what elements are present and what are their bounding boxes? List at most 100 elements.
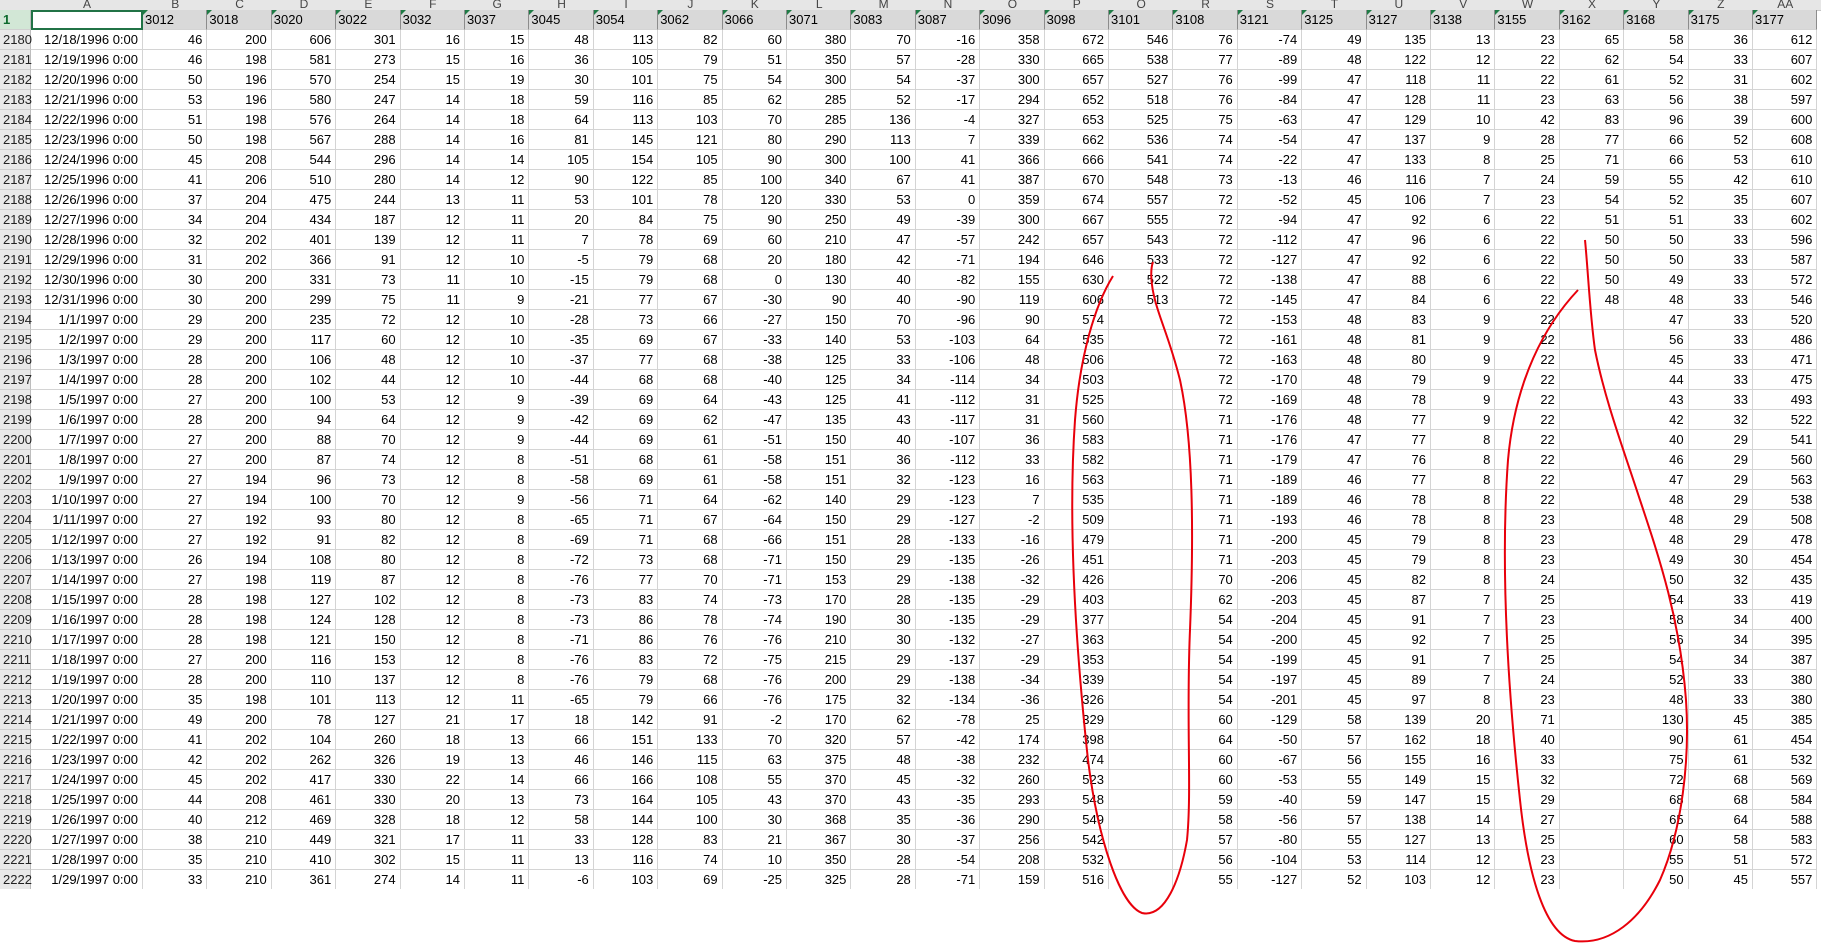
value-cell[interactable]: 479 — [1044, 530, 1109, 550]
value-cell[interactable]: 6 — [1431, 290, 1496, 310]
row-header[interactable]: 2183 — [0, 90, 32, 110]
value-cell[interactable]: 18 — [400, 810, 465, 830]
value-cell[interactable]: 64 — [658, 390, 723, 410]
value-cell[interactable]: -137 — [915, 650, 981, 670]
value-cell[interactable]: 461 — [271, 790, 337, 810]
value-cell[interactable]: -84 — [1237, 90, 1303, 110]
row-header[interactable]: 2181 — [0, 50, 32, 70]
value-cell[interactable]: 102 — [336, 590, 401, 610]
value-cell[interactable]: 101 — [271, 690, 337, 710]
value-cell[interactable]: 7 — [1431, 670, 1496, 690]
value-cell[interactable]: 25 — [1495, 150, 1560, 170]
value-cell[interactable]: 113 — [593, 110, 659, 130]
value-cell[interactable]: -76 — [722, 690, 787, 710]
value-cell[interactable]: 90 — [722, 210, 787, 230]
value-cell[interactable]: -34 — [980, 670, 1045, 690]
value-cell[interactable]: 25 — [1495, 650, 1560, 670]
value-cell[interactable]: -106 — [915, 350, 981, 370]
header-cell[interactable]: 3138 — [1431, 10, 1496, 30]
date-cell[interactable]: 1/3/1997 0:00 — [31, 350, 143, 370]
value-cell[interactable]: 68 — [658, 530, 723, 550]
value-cell[interactable]: 34 — [1688, 630, 1753, 650]
value-cell[interactable]: 30 — [851, 830, 916, 850]
value-cell[interactable] — [1559, 470, 1625, 490]
value-cell[interactable]: 137 — [1366, 130, 1431, 150]
value-cell[interactable]: 32 — [1495, 770, 1560, 790]
value-cell[interactable]: 29 — [143, 310, 208, 330]
value-cell[interactable]: -54 — [915, 850, 981, 870]
value-cell[interactable]: 16 — [980, 470, 1045, 490]
value-cell[interactable]: -170 — [1237, 370, 1303, 390]
value-cell[interactable]: 49 — [1302, 30, 1367, 50]
value-cell[interactable]: 62 — [1559, 50, 1625, 70]
column-letter-P[interactable]: P — [1045, 0, 1109, 8]
value-cell[interactable]: 82 — [658, 30, 723, 50]
value-cell[interactable]: 475 — [271, 190, 337, 210]
value-cell[interactable]: 210 — [207, 850, 272, 870]
value-cell[interactable]: 588 — [1753, 810, 1818, 830]
value-cell[interactable]: 42 — [1624, 410, 1689, 430]
value-cell[interactable]: 46 — [529, 750, 594, 770]
value-cell[interactable]: 30 — [1688, 550, 1753, 570]
value-cell[interactable]: 9 — [465, 430, 530, 450]
value-cell[interactable]: 70 — [851, 310, 916, 330]
value-cell[interactable]: 187 — [336, 210, 401, 230]
value-cell[interactable]: 72 — [1173, 270, 1238, 290]
value-cell[interactable]: 124 — [271, 610, 337, 630]
value-cell[interactable]: 119 — [271, 570, 337, 590]
value-cell[interactable]: -112 — [915, 450, 981, 470]
date-cell[interactable]: 12/26/1996 0:00 — [31, 190, 143, 210]
value-cell[interactable]: -29 — [980, 590, 1045, 610]
value-cell[interactable]: 29 — [1688, 510, 1753, 530]
header-cell[interactable]: 3020 — [271, 10, 337, 30]
value-cell[interactable]: 584 — [1753, 790, 1818, 810]
value-cell[interactable] — [1109, 790, 1174, 810]
value-cell[interactable] — [1109, 690, 1174, 710]
value-cell[interactable]: 22 — [1495, 330, 1560, 350]
value-cell[interactable]: 45 — [143, 770, 208, 790]
value-cell[interactable]: 210 — [207, 830, 272, 850]
value-cell[interactable]: 170 — [787, 710, 852, 730]
value-cell[interactable]: 300 — [980, 70, 1045, 90]
value-cell[interactable]: 73 — [593, 550, 659, 570]
value-cell[interactable]: 61 — [1688, 750, 1753, 770]
value-cell[interactable]: 665 — [1044, 50, 1109, 70]
value-cell[interactable]: 339 — [980, 130, 1045, 150]
value-cell[interactable]: 71 — [593, 530, 659, 550]
value-cell[interactable]: 41 — [143, 170, 208, 190]
value-cell[interactable]: -37 — [915, 830, 981, 850]
row-header[interactable]: 2217 — [0, 770, 32, 790]
value-cell[interactable] — [1109, 610, 1174, 630]
value-cell[interactable]: 33 — [1688, 50, 1753, 70]
value-cell[interactable]: 71 — [1173, 530, 1238, 550]
value-cell[interactable]: -134 — [915, 690, 981, 710]
value-cell[interactable]: 33 — [851, 350, 916, 370]
date-cell[interactable]: 1/21/1997 0:00 — [31, 710, 143, 730]
value-cell[interactable]: 47 — [1302, 250, 1367, 270]
value-cell[interactable]: -2 — [722, 710, 787, 730]
row-header[interactable]: 2195 — [0, 330, 32, 350]
row-header[interactable]: 2196 — [0, 350, 32, 370]
value-cell[interactable]: 7 — [915, 130, 981, 150]
date-cell[interactable]: 12/22/1996 0:00 — [31, 110, 143, 130]
value-cell[interactable]: 50 — [1624, 250, 1689, 270]
row-header[interactable]: 2207 — [0, 570, 32, 590]
value-cell[interactable]: -64 — [722, 510, 787, 530]
value-cell[interactable]: -17 — [915, 90, 981, 110]
value-cell[interactable]: 86 — [593, 610, 659, 630]
value-cell[interactable]: 646 — [1044, 250, 1109, 270]
value-cell[interactable]: -28 — [529, 310, 594, 330]
value-cell[interactable]: 72 — [336, 310, 401, 330]
value-cell[interactable]: -43 — [722, 390, 787, 410]
value-cell[interactable]: 29 — [851, 490, 916, 510]
value-cell[interactable]: 30 — [722, 810, 787, 830]
value-cell[interactable]: 359 — [980, 190, 1045, 210]
value-cell[interactable]: 320 — [787, 730, 852, 750]
value-cell[interactable]: 83 — [1559, 110, 1625, 130]
value-cell[interactable]: 12 — [400, 210, 465, 230]
date-cell[interactable]: 1/28/1997 0:00 — [31, 850, 143, 870]
value-cell[interactable]: 33 — [1495, 750, 1560, 770]
value-cell[interactable]: 608 — [1753, 130, 1818, 150]
value-cell[interactable]: 666 — [1044, 150, 1109, 170]
value-cell[interactable]: 260 — [980, 770, 1045, 790]
